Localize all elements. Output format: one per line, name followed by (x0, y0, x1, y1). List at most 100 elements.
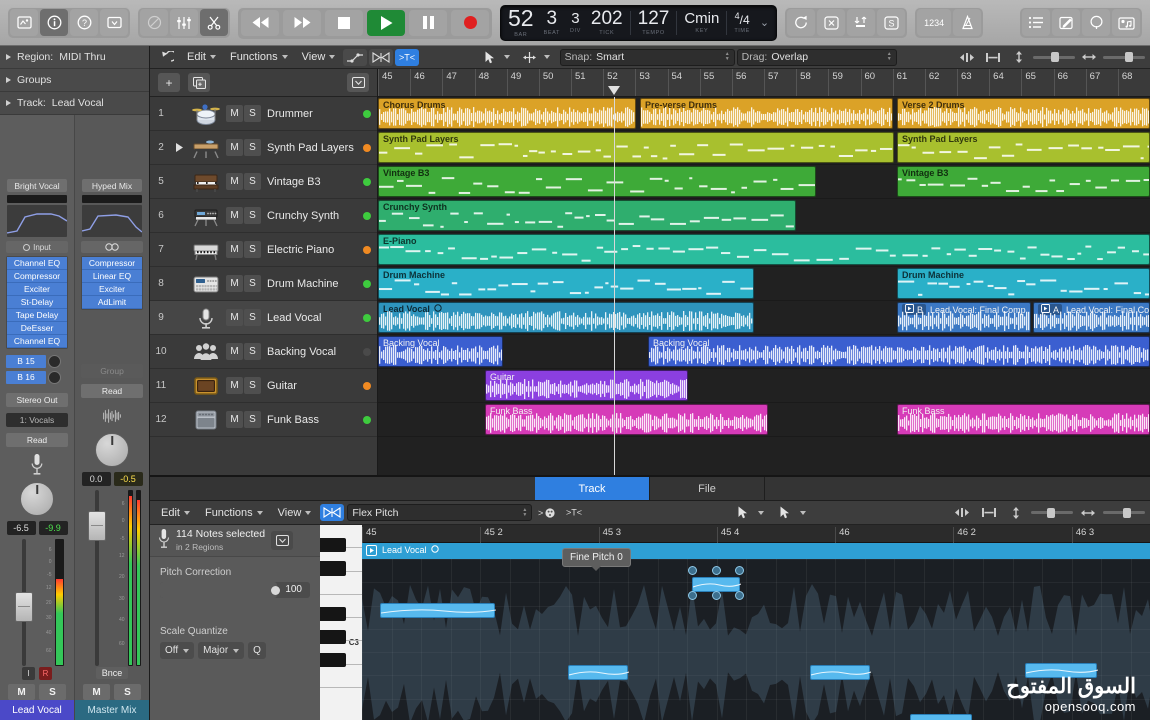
output-slot[interactable]: Stereo Out (6, 393, 68, 407)
disclosure-triangle-icon[interactable] (6, 100, 11, 106)
lcd-tick[interactable]: 202 TICK (586, 6, 628, 40)
track-lane[interactable]: Chorus DrumsPre-verse DrumsVerse 2 Drums (378, 97, 1150, 131)
track-solo-button[interactable]: S (244, 173, 261, 190)
plugin-slot[interactable]: Compressor (7, 270, 67, 283)
click-mute-icon[interactable] (817, 9, 845, 36)
send-level-knob[interactable] (48, 371, 61, 384)
track-solo-button[interactable]: S (244, 207, 261, 224)
volume-value[interactable]: -9.9 (39, 521, 68, 535)
piano-white-key[interactable] (320, 665, 362, 688)
playhead[interactable] (614, 97, 615, 475)
arrange-menu-functions[interactable]: Functions (224, 49, 294, 65)
lcd-time[interactable]: 4/4 TIME (729, 6, 755, 40)
drag-popup[interactable]: Drag: Overlap ▲▼ (737, 49, 897, 66)
track-solo-button[interactable]: S (244, 411, 261, 428)
editor-region-bar[interactable]: Lead Vocal (362, 543, 1150, 559)
lcd-key[interactable]: Cmin KEY (679, 6, 724, 40)
volume-fader[interactable] (84, 490, 110, 666)
automation-icon[interactable] (343, 49, 367, 66)
track-header-row[interactable]: 1MSDrummer (150, 97, 377, 131)
track-name[interactable]: Guitar (267, 380, 358, 392)
track-name[interactable]: Vintage B3 (267, 176, 358, 188)
audio-region[interactable]: Crunchy Synth (378, 200, 796, 231)
track-mute-button[interactable]: M (226, 173, 243, 190)
drag-stepper-icon[interactable]: ▲ ▼ (887, 52, 892, 62)
bar-ruler[interactable]: 4546474849505152535455565758596061626364… (378, 69, 1150, 97)
track-header-row[interactable]: 10MSBacking Vocal (150, 335, 377, 369)
audio-region[interactable]: E-Piano (378, 234, 1150, 265)
balance-knob[interactable] (95, 433, 129, 467)
pan-value[interactable]: 0.0 (82, 472, 111, 486)
pitch-note-blob[interactable] (910, 714, 972, 720)
audio-region[interactable]: BLead Vocal: Final Comp (897, 302, 1031, 333)
plugin-slot[interactable]: Compressor (82, 257, 142, 270)
input-monitor-button[interactable]: I (22, 667, 35, 680)
audio-region[interactable]: Chorus Drums (378, 98, 636, 129)
channel-name-lead-vocal[interactable]: Lead Vocal (0, 700, 74, 720)
piano-keyboard[interactable]: C3 (320, 525, 362, 720)
record-enable-button[interactable]: R (39, 667, 52, 680)
tab-track[interactable]: Track (535, 477, 650, 500)
editor-vertical-zoom-slider[interactable] (1031, 511, 1073, 514)
pitch-note-handle[interactable] (712, 566, 721, 575)
track-header-row[interactable]: 2MSSynth Pad Layers (150, 131, 377, 165)
editor-horizontal-zoom-slider[interactable] (1103, 511, 1145, 514)
horizontal-zoom-icon[interactable] (1077, 49, 1101, 66)
plugin-slot[interactable]: Channel EQ (7, 257, 67, 270)
arrange-menu-edit[interactable]: Edit (181, 49, 222, 65)
pitch-note-blob[interactable] (692, 577, 740, 592)
track-mute-button[interactable]: M (226, 411, 243, 428)
lcd-bar[interactable]: 52 BAR (503, 6, 539, 40)
scale-quantize-apply[interactable]: Q (248, 642, 266, 659)
group-slot[interactable]: Group (81, 364, 143, 378)
channel-setting-button[interactable]: Hyped Mix (82, 179, 142, 192)
track-name[interactable]: Lead Vocal (267, 312, 358, 324)
snap-stepper-icon[interactable]: ▲ ▼ (725, 52, 730, 62)
track-solo-button[interactable]: S (244, 105, 261, 122)
pan-knob[interactable] (20, 482, 54, 516)
audio-region[interactable]: Guitar (485, 370, 688, 401)
track-mute-button[interactable]: M (226, 275, 243, 292)
eq-curve-display[interactable] (82, 205, 142, 237)
link-icon[interactable] (977, 504, 1001, 521)
horizontal-zoom-icon[interactable] (1076, 504, 1100, 521)
mute-button[interactable]: M (83, 684, 110, 700)
track-header-row[interactable]: 9MSLead Vocal (150, 301, 377, 335)
plugin-slot[interactable]: Linear EQ (82, 270, 142, 283)
waveform-zoom-slider[interactable] (1033, 56, 1075, 59)
track-name[interactable]: Drummer (267, 108, 358, 120)
browser-icon[interactable] (10, 9, 38, 36)
info-icon[interactable] (40, 9, 68, 36)
color-notes-icon[interactable]: > (535, 504, 559, 521)
playhead-handle[interactable] (608, 86, 620, 95)
mute-button[interactable]: M (8, 684, 35, 700)
flex-icon[interactable] (369, 49, 393, 66)
track-name[interactable]: Backing Vocal (267, 346, 358, 358)
track-lane[interactable]: Guitar (378, 369, 1150, 403)
loop-browser-icon[interactable] (1082, 9, 1110, 36)
flex-mode-stepper-icon[interactable]: ▲ ▼ (522, 508, 527, 518)
eq-window[interactable] (7, 195, 67, 203)
track-mute-button[interactable]: M (226, 241, 243, 258)
stop-button[interactable] (325, 10, 363, 36)
track-mute-button[interactable]: M (226, 105, 243, 122)
audio-region[interactable]: Funk Bass (897, 404, 1150, 435)
audio-region[interactable]: Funk Bass (485, 404, 768, 435)
track-header-row[interactable]: 8MSDrum Machine (150, 267, 377, 301)
piano-black-key[interactable] (320, 653, 346, 667)
mixer-icon[interactable] (170, 9, 198, 36)
marquee-tool[interactable] (518, 49, 542, 66)
pointer-tool-alt[interactable] (773, 504, 797, 521)
plugin-slot[interactable]: AdLimit (82, 296, 142, 309)
pause-button[interactable] (409, 10, 447, 36)
track-lane[interactable]: Synth Pad LayersSynth Pad Layers (378, 131, 1150, 165)
disclosure-triangle-icon[interactable] (6, 77, 11, 83)
track-header-row[interactable]: 11MSGuitar (150, 369, 377, 403)
track-config-button[interactable] (347, 73, 369, 92)
count-in-icon[interactable]: 1234 (917, 9, 951, 36)
send-slot[interactable]: B 15 (6, 355, 68, 368)
track-mute-button[interactable]: M (226, 309, 243, 326)
snap-guides-icon[interactable]: >T< (395, 49, 419, 66)
audio-region[interactable]: Vintage B3 (378, 166, 816, 197)
automation-mode-button[interactable]: Read (81, 384, 143, 398)
